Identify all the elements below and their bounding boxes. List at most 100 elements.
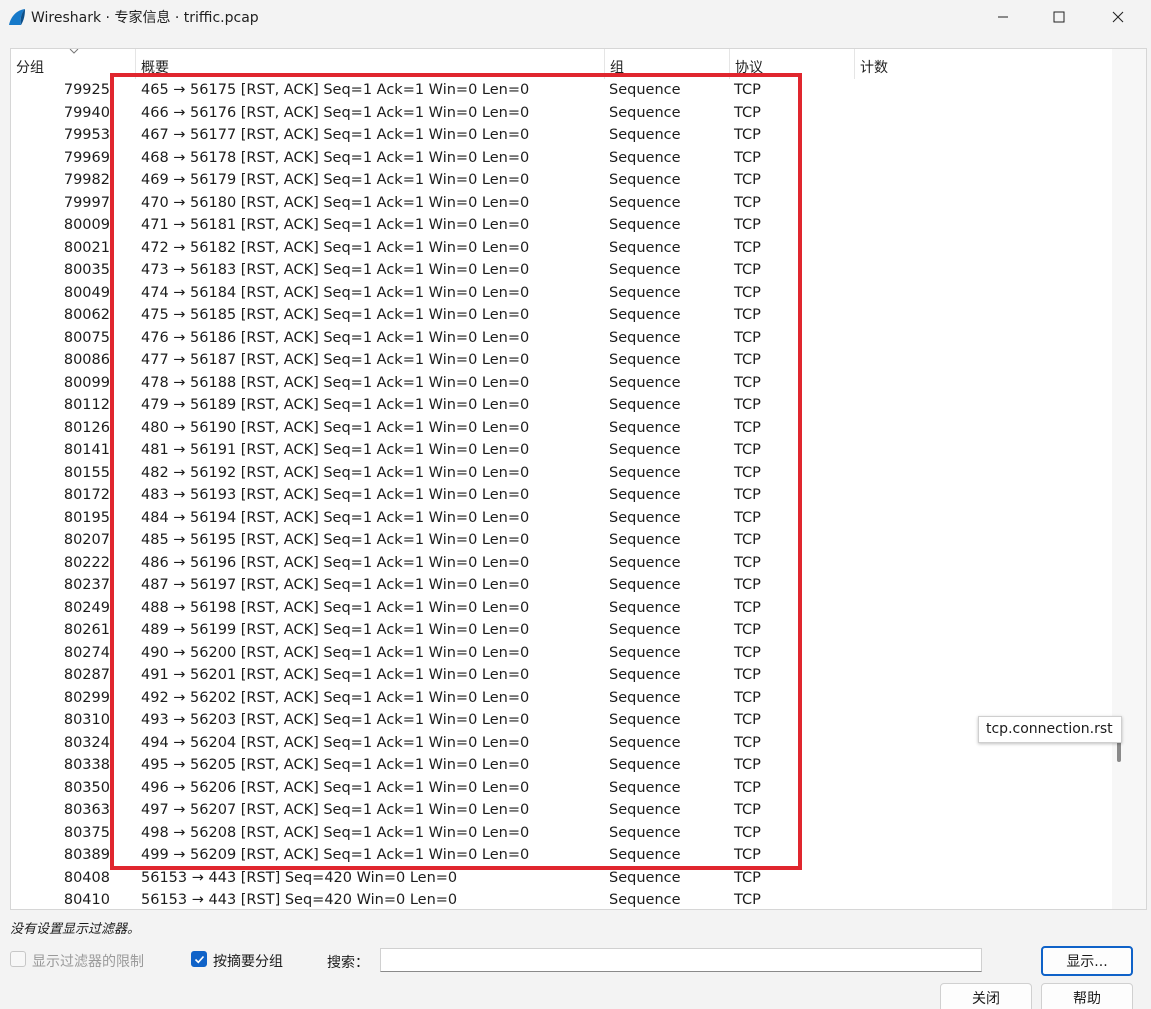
cell-group: Sequence (609, 307, 681, 323)
limit-filter-checkbox[interactable] (10, 951, 26, 967)
cell-group: Sequence (609, 847, 681, 863)
cell-group: Sequence (609, 622, 681, 638)
help-button[interactable]: 帮助 (1041, 983, 1133, 1009)
table-row[interactable]: 80261 489 → 56199 [RST, ACK] Seq=1 Ack=1 … (11, 619, 1111, 642)
cell-protocol: TCP (734, 262, 761, 278)
cell-packet-number: 80287 (63, 667, 110, 683)
cell-packet-number: 80410 (63, 892, 110, 908)
table-row[interactable]: 80287 491 → 56201 [RST, ACK] Seq=1 Ack=1 … (11, 664, 1111, 687)
table-row[interactable]: 80237 487 → 56197 [RST, ACK] Seq=1 Ack=1 … (11, 574, 1111, 597)
cell-protocol: TCP (734, 397, 761, 413)
table-row[interactable]: 80324 494 → 56204 [RST, ACK] Seq=1 Ack=1 … (11, 732, 1111, 755)
close-icon (1112, 11, 1124, 23)
cell-packet-number: 80099 (63, 374, 110, 391)
maximize-button[interactable] (1031, 0, 1087, 34)
vertical-scrollbar[interactable] (1112, 49, 1146, 909)
group-by-summary-checkbox[interactable] (191, 951, 207, 967)
table-row[interactable]: 80350 496 → 56206 [RST, ACK] Seq=1 Ack=1 … (11, 777, 1111, 800)
cell-group: Sequence (609, 464, 681, 481)
cell-summary: 478 → 56188 [RST, ACK] Seq=1 Ack=1 Win=0… (141, 374, 530, 391)
table-row[interactable]: 80375 498 → 56208 [RST, ACK] Seq=1 Ack=1 … (11, 822, 1111, 845)
table-row[interactable]: 80035 473 → 56183 [RST, ACK] Seq=1 Ack=1 … (11, 259, 1111, 282)
cell-group: Sequence (609, 644, 681, 661)
cell-summary: 56153 → 443 [RST] Seq=420 Win=0 Len=0 (141, 869, 458, 886)
search-input[interactable] (380, 948, 982, 972)
cell-protocol: TCP (734, 509, 761, 526)
close-window-button[interactable] (1090, 0, 1146, 34)
cell-summary: 497 → 56207 [RST, ACK] Seq=1 Ack=1 Win=0… (141, 802, 530, 818)
cell-packet-number: 80035 (63, 262, 110, 278)
table-row[interactable]: 79925 465 → 56175 [RST, ACK] Seq=1 Ack=1 … (11, 79, 1111, 102)
column-header-summary[interactable]: 概要 (136, 49, 605, 79)
cell-protocol: TCP (734, 442, 761, 458)
table-row[interactable]: 79982 469 → 56179 [RST, ACK] Seq=1 Ack=1 … (11, 169, 1111, 192)
cell-summary: 474 → 56184 [RST, ACK] Seq=1 Ack=1 Win=0… (141, 284, 530, 301)
cell-summary: 477 → 56187 [RST, ACK] Seq=1 Ack=1 Win=0… (141, 352, 530, 368)
close-button[interactable]: 关闭 (940, 983, 1032, 1009)
table-row[interactable]: 80363 497 → 56207 [RST, ACK] Seq=1 Ack=1 … (11, 799, 1111, 822)
table-row[interactable]: 80049 474 → 56184 [RST, ACK] Seq=1 Ack=1 … (11, 282, 1111, 305)
table-row[interactable]: 80310 493 → 56203 [RST, ACK] Seq=1 Ack=1 … (11, 709, 1111, 732)
table-row[interactable]: 80112 479 → 56189 [RST, ACK] Seq=1 Ack=1 … (11, 394, 1111, 417)
cell-summary: 490 → 56200 [RST, ACK] Seq=1 Ack=1 Win=0… (141, 644, 530, 661)
cell-protocol: TCP (734, 802, 761, 818)
table-row[interactable]: 79969 468 → 56178 [RST, ACK] Seq=1 Ack=1 … (11, 147, 1111, 170)
cell-group: Sequence (609, 712, 681, 728)
column-header-count[interactable]: 计数 (855, 49, 1111, 79)
cell-summary: 480 → 56190 [RST, ACK] Seq=1 Ack=1 Win=0… (141, 419, 530, 436)
cell-summary: 488 → 56198 [RST, ACK] Seq=1 Ack=1 Win=0… (141, 599, 530, 616)
table-row[interactable]: 80075 476 → 56186 [RST, ACK] Seq=1 Ack=1 … (11, 327, 1111, 350)
show-button[interactable]: 显示... (1041, 946, 1133, 976)
minimize-button[interactable] (975, 0, 1031, 34)
cell-protocol: TCP (734, 622, 761, 638)
table-row[interactable]: 80408 56153 → 443 [RST] Seq=420 Win=0 Len… (11, 867, 1111, 890)
table-row[interactable]: 80249 488 → 56198 [RST, ACK] Seq=1 Ack=1 … (11, 597, 1111, 620)
table-row[interactable]: 80195 484 → 56194 [RST, ACK] Seq=1 Ack=1 … (11, 507, 1111, 530)
cell-group: Sequence (609, 104, 681, 121)
table-row[interactable]: 80062 475 → 56185 [RST, ACK] Seq=1 Ack=1 … (11, 304, 1111, 327)
cell-packet-number: 79982 (63, 172, 110, 188)
table-row[interactable]: 80021 472 → 56182 [RST, ACK] Seq=1 Ack=1 … (11, 237, 1111, 260)
cell-protocol: TCP (734, 847, 761, 863)
column-header-protocol[interactable]: 协议 (730, 49, 855, 79)
cell-packet-number: 80237 (63, 577, 110, 593)
table-body: 79925 465 → 56175 [RST, ACK] Seq=1 Ack=1 … (11, 79, 1111, 909)
cell-packet-number: 80009 (63, 217, 110, 233)
table-row[interactable]: 79997 470 → 56180 [RST, ACK] Seq=1 Ack=1 … (11, 192, 1111, 215)
cell-group: Sequence (609, 352, 681, 368)
table-row[interactable]: 80141 481 → 56191 [RST, ACK] Seq=1 Ack=1 … (11, 439, 1111, 462)
table-row[interactable]: 80099 478 → 56188 [RST, ACK] Seq=1 Ack=1 … (11, 372, 1111, 395)
cell-group: Sequence (609, 869, 681, 886)
table-row[interactable]: 80009 471 → 56181 [RST, ACK] Seq=1 Ack=1 … (11, 214, 1111, 237)
table-row[interactable]: 79953 467 → 56177 [RST, ACK] Seq=1 Ack=1 … (11, 124, 1111, 147)
table-row[interactable]: 80126 480 → 56190 [RST, ACK] Seq=1 Ack=1 … (11, 417, 1111, 440)
cell-protocol: TCP (734, 577, 761, 593)
cell-group: Sequence (609, 532, 681, 548)
cell-protocol: TCP (734, 104, 761, 121)
table-row[interactable]: 80338 495 → 56205 [RST, ACK] Seq=1 Ack=1 … (11, 754, 1111, 777)
table-row[interactable]: 80086 477 → 56187 [RST, ACK] Seq=1 Ack=1 … (11, 349, 1111, 372)
column-header-packet[interactable]: 分组 (11, 49, 136, 79)
table-row[interactable]: 80410 56153 → 443 [RST] Seq=420 Win=0 Len… (11, 889, 1111, 909)
cell-summary: 469 → 56179 [RST, ACK] Seq=1 Ack=1 Win=0… (141, 172, 530, 188)
table-row[interactable]: 79940 466 → 56176 [RST, ACK] Seq=1 Ack=1 … (11, 102, 1111, 125)
cell-packet-number: 80021 (63, 239, 110, 256)
cell-protocol: TCP (734, 239, 761, 256)
table-row[interactable]: 80274 490 → 56200 [RST, ACK] Seq=1 Ack=1 … (11, 642, 1111, 665)
cell-group: Sequence (609, 239, 681, 256)
cell-summary: 491 → 56201 [RST, ACK] Seq=1 Ack=1 Win=0… (141, 667, 530, 683)
column-header-group[interactable]: 组 (605, 49, 730, 79)
table-row[interactable]: 80155 482 → 56192 [RST, ACK] Seq=1 Ack=1 … (11, 462, 1111, 485)
table-row[interactable]: 80207 485 → 56195 [RST, ACK] Seq=1 Ack=1 … (11, 529, 1111, 552)
cell-packet-number: 80126 (63, 419, 110, 436)
cell-summary: 486 → 56196 [RST, ACK] Seq=1 Ack=1 Win=0… (141, 554, 530, 571)
table-row[interactable]: 80389 499 → 56209 [RST, ACK] Seq=1 Ack=1 … (11, 844, 1111, 867)
table-row[interactable]: 80172 483 → 56193 [RST, ACK] Seq=1 Ack=1 … (11, 484, 1111, 507)
table-row[interactable]: 80222 486 → 56196 [RST, ACK] Seq=1 Ack=1 … (11, 552, 1111, 575)
cell-summary: 494 → 56204 [RST, ACK] Seq=1 Ack=1 Win=0… (141, 734, 530, 751)
cell-protocol: TCP (734, 712, 761, 728)
cell-packet-number: 79997 (63, 194, 110, 211)
cell-summary: 487 → 56197 [RST, ACK] Seq=1 Ack=1 Win=0… (141, 577, 530, 593)
cell-summary: 493 → 56203 [RST, ACK] Seq=1 Ack=1 Win=0… (141, 712, 530, 728)
table-row[interactable]: 80299 492 → 56202 [RST, ACK] Seq=1 Ack=1 … (11, 687, 1111, 710)
